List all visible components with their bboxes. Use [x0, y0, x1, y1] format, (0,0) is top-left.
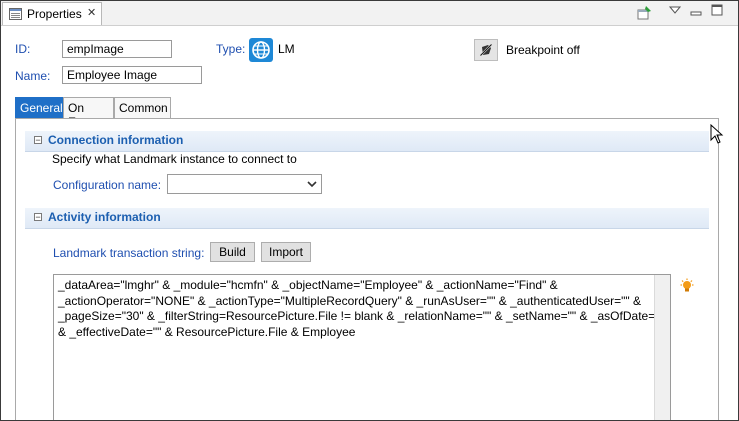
view-tab-bar: Properties ✕ — [1, 1, 738, 26]
tab-general[interactable]: General — [15, 97, 63, 119]
lightbulb-icon[interactable] — [679, 278, 695, 297]
transaction-string-textarea[interactable]: _dataArea="lmghr" & _module="hcmfn" & _o… — [53, 274, 671, 420]
view-menu-icon[interactable] — [668, 4, 682, 18]
breakpoint-off-icon — [479, 43, 493, 60]
collapse-icon[interactable]: − — [34, 136, 42, 145]
connection-section-header[interactable]: − Connection information — [25, 131, 709, 152]
connection-description: Specify what Landmark instance to connec… — [52, 152, 297, 166]
tab-general-label: General — [20, 101, 63, 115]
properties-view: Properties ✕ ID: empImage Type: LM Break… — [0, 0, 739, 421]
globe-icon — [249, 38, 273, 62]
id-label: ID: — [15, 42, 31, 56]
tab-common[interactable]: Common — [114, 97, 171, 119]
import-button[interactable]: Import — [261, 242, 311, 262]
view-title: Properties — [27, 7, 82, 21]
breakpoint-toggle-button[interactable] — [474, 39, 498, 61]
mouse-cursor-icon — [710, 123, 724, 147]
activity-section-title: Activity information — [48, 210, 161, 224]
type-value: LM — [278, 42, 295, 56]
build-button[interactable]: Build — [210, 242, 255, 262]
chevron-down-icon[interactable] — [306, 178, 318, 190]
name-input[interactable]: Employee Image — [62, 66, 202, 84]
transaction-string-text: _dataArea="lmghr" & _module="hcmfn" & _o… — [58, 278, 664, 339]
breakpoint-label: Breakpoint off — [506, 43, 580, 57]
transaction-string-label: Landmark transaction string: — [53, 246, 205, 260]
configuration-name-label: Configuration name: — [53, 178, 162, 192]
maximize-icon[interactable] — [711, 4, 723, 19]
properties-view-tab[interactable]: Properties ✕ — [2, 2, 102, 25]
properties-icon — [9, 8, 22, 23]
minimize-icon[interactable] — [690, 6, 702, 20]
activity-section-header[interactable]: − Activity information — [25, 208, 709, 229]
configuration-name-select[interactable] — [167, 174, 322, 194]
name-label: Name: — [15, 69, 51, 83]
pin-icon[interactable] — [637, 5, 653, 24]
textarea-scrollbar[interactable] — [654, 275, 670, 420]
tab-common-label: Common — [119, 101, 168, 115]
connection-section-title: Connection information — [48, 133, 184, 147]
tab-on-error[interactable]: On Error — [63, 97, 114, 129]
type-label: Type: — [216, 42, 246, 56]
collapse-icon[interactable]: − — [34, 213, 42, 222]
close-icon[interactable]: ✕ — [87, 6, 96, 19]
id-input[interactable]: empImage — [62, 40, 172, 58]
